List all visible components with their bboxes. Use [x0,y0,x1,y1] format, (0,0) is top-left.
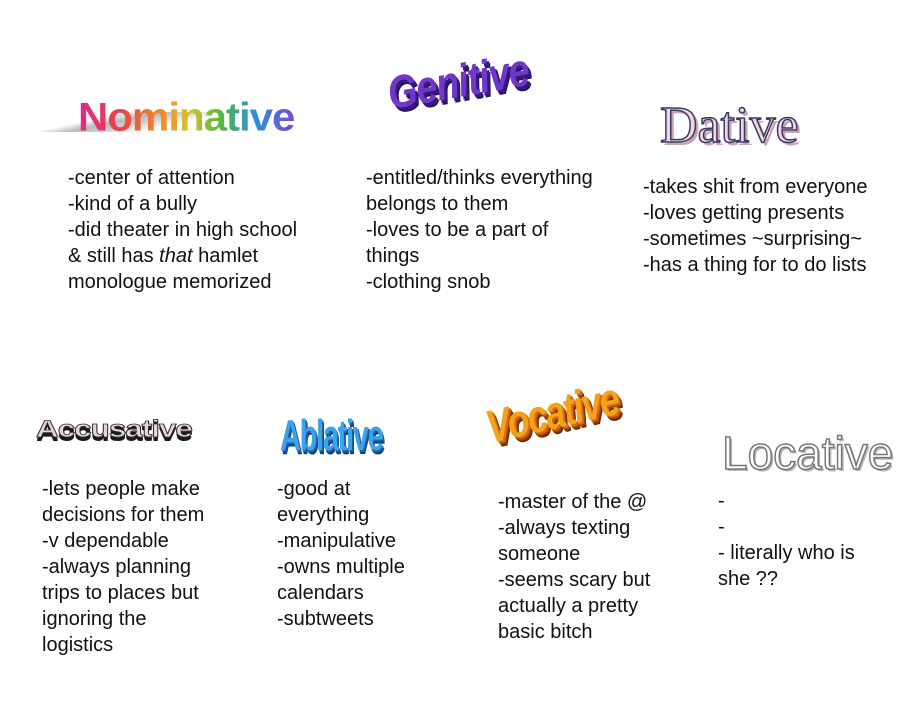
genitive-line: belongs to them [366,193,509,215]
vocative-title: Vocative [480,372,624,453]
genitive-description: -entitled/thinks everything belongs to t… [366,165,593,295]
accusative-line: logistics [42,634,114,656]
vocative-line: -master of the @ [498,491,648,513]
ablative-line: -manipulative [277,530,396,552]
nominative-line: -kind of a bully [68,193,197,215]
genitive-line: -clothing snob [366,271,491,293]
dative-title: Dative [659,97,799,154]
accusative-title: Accusative [35,416,193,443]
dative-description: -takes shit from everyone -loves getting… [643,174,868,278]
nominative-description: -center of attention -kind of a bully -d… [68,165,297,295]
accusative-line: -always planning [42,556,191,578]
vocative-line: someone [498,543,581,565]
locative-line: - literally who is [718,542,855,564]
nominative-title: Nominative [78,94,295,139]
accusative-line: -v dependable [42,530,169,552]
nominative-line: -did theater in high school [68,219,298,241]
nominative-line: monologue memorized [68,271,272,293]
locative-description: - - - literally who is she ?? [718,488,855,592]
vocative-line: actually a pretty [498,595,639,617]
vocative-line: basic bitch [498,621,593,643]
accusative-line: decisions for them [42,504,205,526]
locative-line: - [718,516,725,538]
dative-line: -loves getting presents [643,202,845,224]
nominative-line-part: & still has [68,245,160,267]
dative-line: -sometimes ~surprising~ [643,228,862,250]
accusative-description: -lets people make decisions for them -v … [42,476,204,658]
vocative-line: -always texting [498,517,631,539]
ablative-line: calendars [277,582,364,604]
genitive-line: -loves to be a part of [366,219,549,241]
dative-line: -has a thing for to do lists [643,254,867,276]
genitive-line: things [366,245,420,267]
ablative-line: everything [277,504,370,526]
genitive-title: Genitive [383,43,533,119]
ablative-description: -good at everything -manipulative -owns … [277,476,405,632]
ablative-line: -good at [277,478,351,500]
nominative-line-part: hamlet [192,245,259,267]
ablative-title: Ablative [280,411,384,460]
ablative-line: -owns multiple [277,556,405,578]
genitive-line: -entitled/thinks everything [366,167,593,189]
accusative-line: ignoring the [42,608,147,630]
nominative-emphasis: that [159,245,193,267]
nominative-line: & still has that hamlet [68,243,297,269]
ablative-line: -subtweets [277,608,374,630]
locative-line: she ?? [718,568,779,590]
vocative-description: -master of the @ -always texting someone… [498,489,650,645]
locative-line: - [718,490,725,512]
vocative-line: -seems scary but [498,569,651,591]
nominative-line: -center of attention [68,167,235,189]
accusative-line: trips to places but [42,582,199,604]
accusative-line: -lets people make [42,478,200,500]
locative-title: Locative [721,427,894,479]
dative-line: -takes shit from everyone [643,176,868,198]
